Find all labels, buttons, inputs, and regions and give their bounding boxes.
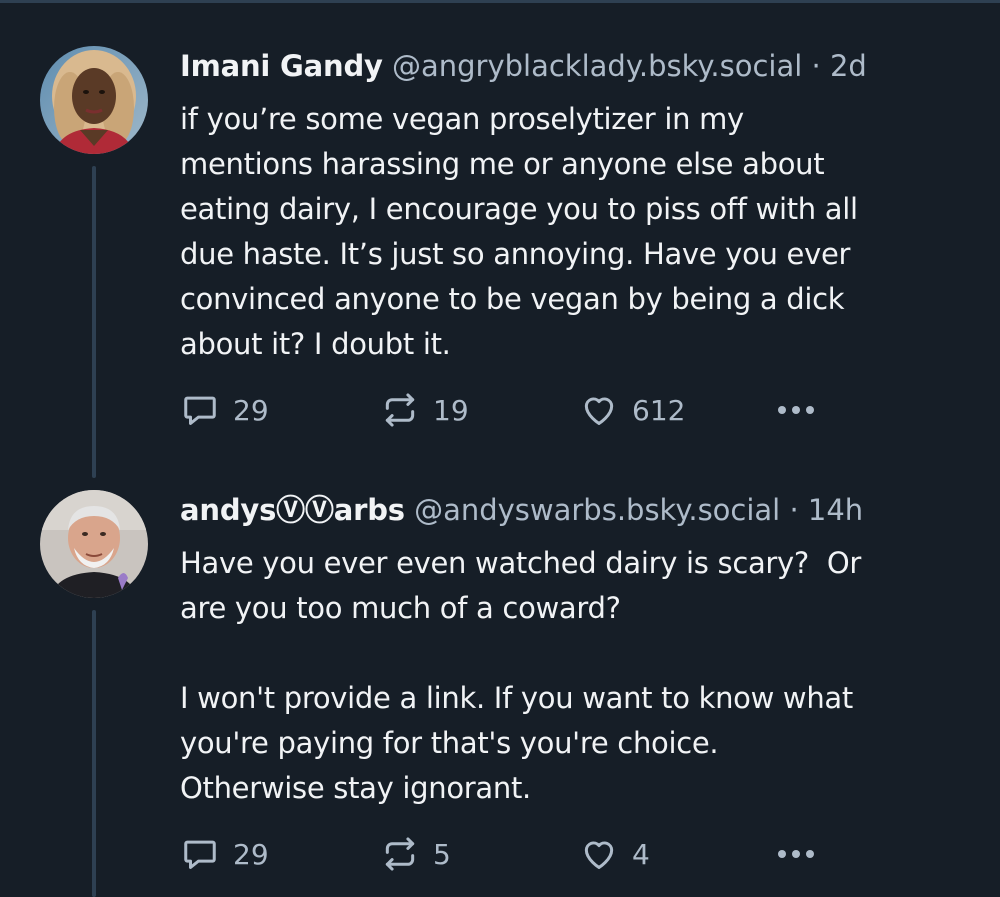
repost-count: 19 bbox=[433, 393, 469, 427]
more-options-icon bbox=[778, 406, 786, 414]
reply-count: 29 bbox=[233, 837, 269, 871]
more-options-icon bbox=[806, 406, 814, 414]
like-count: 4 bbox=[632, 837, 650, 871]
thread-line bbox=[92, 166, 96, 478]
repost-icon bbox=[381, 835, 419, 873]
display-name[interactable]: andysⓋⓋarbs bbox=[180, 493, 405, 527]
heart-icon bbox=[580, 391, 618, 429]
more-options-icon bbox=[792, 406, 800, 414]
repost-icon bbox=[381, 391, 419, 429]
like-count: 612 bbox=[632, 393, 686, 427]
handle[interactable]: @angryblacklady.bsky.social bbox=[392, 49, 802, 83]
post-header: andysⓋⓋarbs @andyswarbs.bsky.social · 14… bbox=[180, 492, 863, 528]
separator: · bbox=[789, 493, 799, 527]
separator: · bbox=[811, 49, 821, 83]
handle[interactable]: @andyswarbs.bsky.social bbox=[414, 493, 780, 527]
top-divider bbox=[0, 0, 1000, 3]
user-photo-icon bbox=[40, 46, 148, 154]
reply-button[interactable]: 29 bbox=[181, 835, 269, 873]
user-photo-icon bbox=[40, 490, 148, 598]
avatar[interactable] bbox=[40, 490, 148, 598]
display-name[interactable]: Imani Gandy bbox=[180, 49, 383, 83]
post-text: Have you ever even watched dairy is scar… bbox=[180, 546, 861, 805]
more-options-icon bbox=[792, 850, 800, 858]
repost-button[interactable]: 19 bbox=[381, 391, 469, 429]
repost-button[interactable]: 5 bbox=[381, 835, 451, 873]
like-button[interactable]: 4 bbox=[580, 835, 650, 873]
more-options-icon bbox=[778, 850, 786, 858]
reply-icon bbox=[181, 391, 219, 429]
repost-count: 5 bbox=[433, 837, 451, 871]
more-options-button[interactable] bbox=[778, 406, 814, 414]
post-header: Imani Gandy @angryblacklady.bsky.social … bbox=[180, 48, 867, 84]
timestamp[interactable]: 14h bbox=[808, 493, 863, 527]
reply-icon bbox=[181, 835, 219, 873]
avatar[interactable] bbox=[40, 46, 148, 154]
thread-line bbox=[92, 610, 96, 897]
more-options-button[interactable] bbox=[778, 850, 814, 858]
post-text: if you’re some vegan proselytizer in my … bbox=[180, 102, 858, 361]
more-options-icon bbox=[806, 850, 814, 858]
timestamp[interactable]: 2d bbox=[830, 49, 867, 83]
heart-icon bbox=[580, 835, 618, 873]
reply-count: 29 bbox=[233, 393, 269, 427]
reply-button[interactable]: 29 bbox=[181, 391, 269, 429]
like-button[interactable]: 612 bbox=[580, 391, 685, 429]
thread-view: Imani Gandy @angryblacklady.bsky.social … bbox=[0, 0, 1000, 897]
